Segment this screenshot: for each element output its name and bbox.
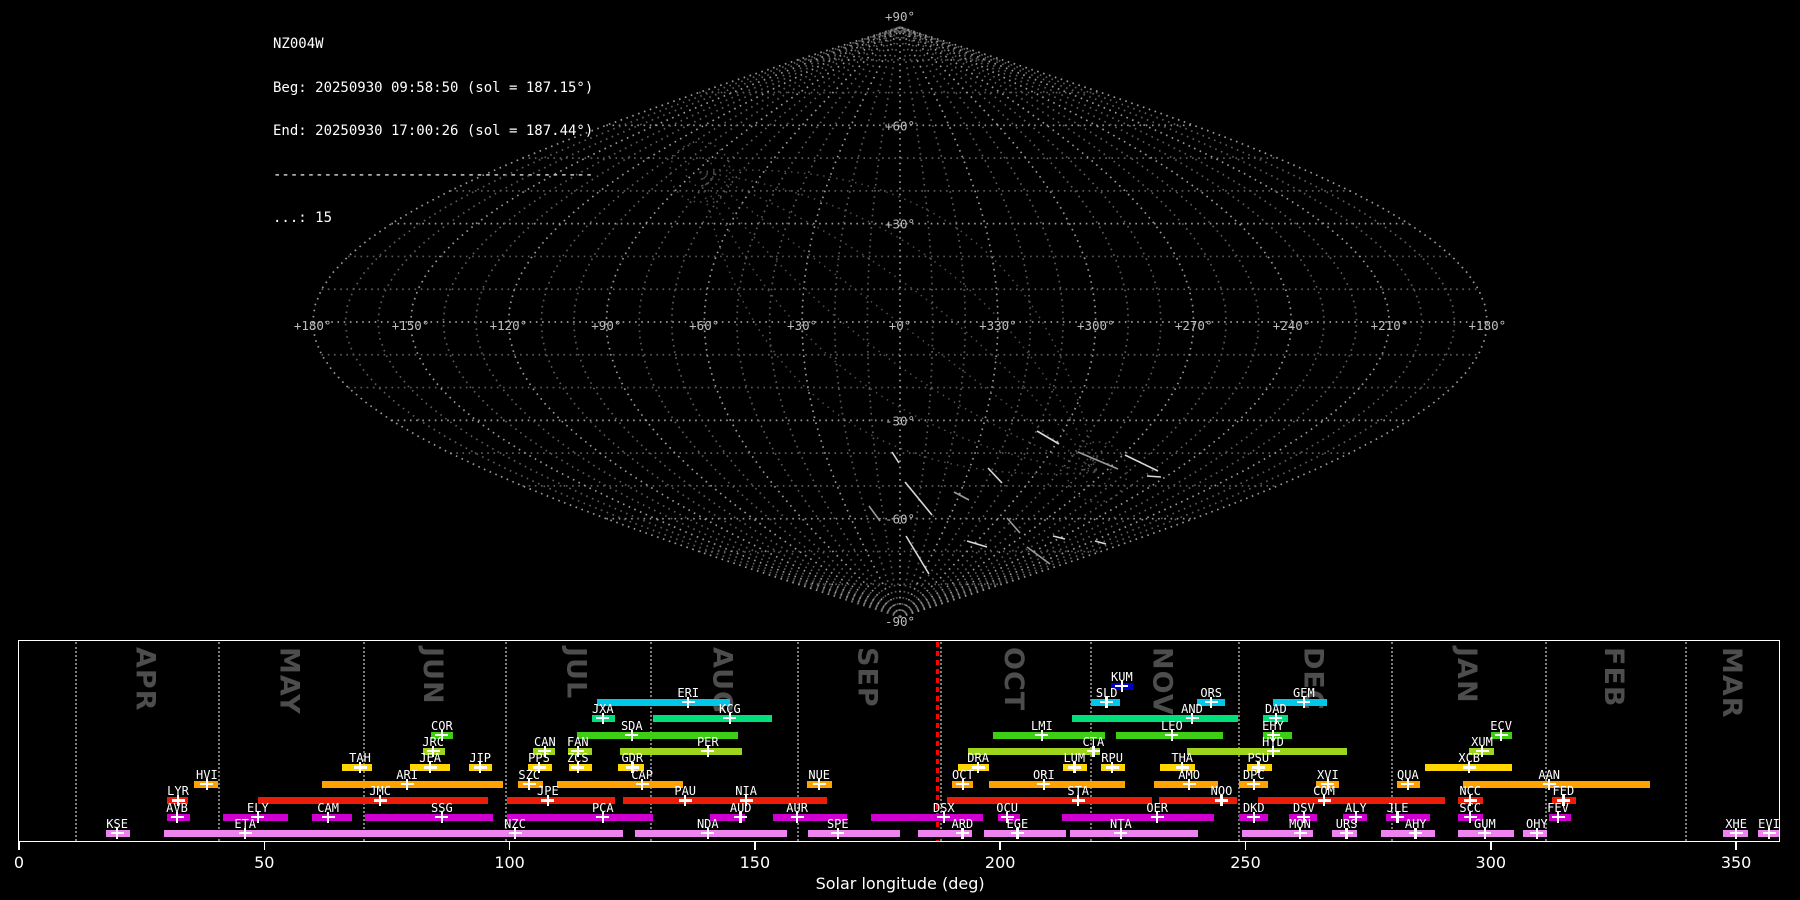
peak-marker — [640, 778, 644, 790]
peak-marker — [1105, 696, 1108, 708]
month-boundary-line — [1685, 642, 1688, 841]
peak-marker — [1414, 827, 1417, 839]
peak-marker — [1119, 827, 1123, 839]
peak-marker — [440, 811, 444, 823]
x-axis-tick-label: 300 — [1475, 853, 1507, 872]
month-label: JAN — [1451, 647, 1482, 704]
x-axis-tick-label: 350 — [1720, 853, 1752, 872]
peak-marker — [601, 811, 605, 823]
peak-marker — [513, 827, 517, 839]
peak-marker — [358, 762, 362, 773]
peak-marker — [1467, 762, 1471, 773]
peak-marker — [175, 811, 179, 823]
peak-marker — [243, 827, 247, 839]
peak-marker — [836, 827, 840, 839]
x-axis-tick-label: 50 — [254, 853, 275, 872]
month-label: JUN — [417, 647, 448, 705]
shower-bar-KCG — [652, 714, 773, 722]
radiant-map-screen: NZ004W Beg: 20250930 09:58:50 (sol = 187… — [0, 0, 1800, 900]
peak-marker — [1110, 762, 1114, 773]
month-label: MAR — [1716, 647, 1748, 719]
shower-bar-NZC — [344, 829, 623, 837]
shower-bar-SPE — [807, 829, 901, 837]
peak-marker — [630, 729, 634, 741]
peak-marker — [1535, 827, 1539, 839]
peak-marker — [478, 762, 482, 773]
peak-marker — [961, 827, 964, 839]
peak-marker — [683, 795, 687, 806]
peak-marker — [686, 696, 690, 708]
peak-marker — [1767, 827, 1771, 839]
peak-marker — [115, 827, 119, 839]
shower-bar-SSG — [364, 813, 493, 821]
month-boundary-line — [362, 642, 365, 841]
x-axis-tick — [754, 842, 756, 850]
month-boundary-line — [649, 642, 652, 841]
shower-bar-AHY — [1380, 829, 1435, 837]
peak-marker — [1298, 827, 1302, 839]
peak-marker — [706, 827, 710, 839]
peak-marker — [795, 811, 799, 823]
month-label: OCT — [997, 647, 1029, 712]
peak-marker — [1187, 778, 1191, 790]
peak-marker — [1155, 811, 1159, 823]
month-label: JUL — [560, 647, 592, 700]
peak-marker — [1483, 827, 1487, 839]
x-axis-tick-label: 200 — [984, 853, 1016, 872]
peak-marker — [739, 811, 742, 823]
peak-marker — [576, 762, 580, 773]
shower-bar-STA — [947, 797, 1152, 804]
peak-marker — [546, 795, 550, 806]
month-boundary-line — [74, 642, 77, 841]
peak-marker — [378, 795, 382, 806]
x-axis-tick-label: 250 — [1230, 853, 1261, 872]
month-label: APR — [129, 647, 161, 712]
peak-marker — [1406, 778, 1410, 790]
shower-bar-PAU — [622, 797, 716, 804]
x-axis-tick — [999, 842, 1001, 850]
x-axis-tick — [1490, 842, 1492, 850]
peak-marker — [1345, 827, 1348, 839]
peak-marker — [728, 712, 732, 724]
peak-marker — [1040, 729, 1044, 741]
x-axis-tick — [1735, 842, 1737, 850]
peak-marker — [1252, 811, 1256, 823]
month-label: MAY — [273, 647, 305, 715]
peak-marker — [1073, 762, 1076, 773]
shower-bar-NTA — [1069, 829, 1198, 837]
x-axis-tick — [1244, 842, 1247, 850]
month-boundary-line — [505, 642, 508, 841]
peak-marker — [1734, 827, 1738, 839]
activity-chart: Solar longitude (deg) APR MAY JUN JUL AUG SEP… — [0, 0, 1800, 900]
peak-marker — [1042, 778, 1046, 790]
month-label: FEB — [1597, 647, 1629, 708]
x-axis-tick — [263, 842, 266, 850]
peak-marker — [326, 811, 330, 823]
x-axis-tick-label: 100 — [494, 853, 525, 872]
x-axis-tick — [18, 842, 20, 850]
month-boundary-line — [218, 642, 221, 841]
peak-marker — [961, 778, 965, 790]
x-axis-tick-label: 0 — [13, 853, 25, 872]
x-axis-tick — [508, 842, 511, 850]
peak-marker — [1170, 729, 1174, 741]
shower-bar-EGE — [984, 829, 1066, 837]
peak-marker — [1076, 795, 1080, 806]
peak-marker — [1252, 778, 1256, 790]
shower-bar-ETA — [164, 829, 345, 837]
peak-marker — [817, 778, 821, 790]
peak-marker — [706, 745, 710, 757]
peak-marker — [1220, 795, 1223, 806]
peak-marker — [1016, 827, 1019, 839]
x-axis-title: Solar longitude (deg) — [815, 874, 985, 893]
month-label: SEP — [851, 647, 883, 708]
x-axis-tick-label: 150 — [739, 853, 771, 872]
